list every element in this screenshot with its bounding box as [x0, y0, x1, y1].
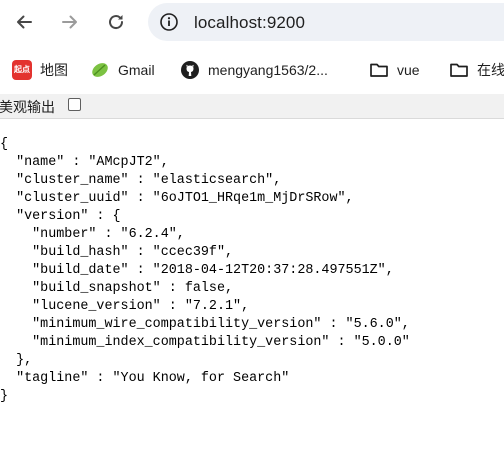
pretty-print-bar: 美观输出	[0, 94, 504, 119]
json-line: },	[0, 353, 33, 368]
bookmark-folder-online[interactable]: 在线	[449, 58, 504, 82]
github-icon	[180, 60, 200, 80]
bookmark-label: vue	[397, 62, 420, 78]
json-line: }	[0, 389, 9, 404]
pretty-print-checkbox[interactable]	[68, 98, 81, 111]
bookmark-label: 地图	[40, 62, 68, 78]
arrow-left-icon	[17, 15, 32, 29]
json-line: "cluster_name" : "elasticsearch",	[0, 173, 282, 188]
info-icon[interactable]	[159, 12, 179, 32]
json-line: "build_snapshot" : false,	[0, 281, 234, 296]
arrow-right-icon	[62, 15, 77, 29]
json-line: "name" : "AMcpJT2",	[0, 155, 169, 170]
reload-button[interactable]	[101, 7, 131, 37]
bookmark-label: 在线	[477, 62, 504, 78]
leaf-icon	[90, 60, 110, 80]
json-line: "minimum_wire_compatibility_version" : "…	[0, 317, 410, 332]
back-button[interactable]	[9, 7, 39, 37]
forward-button[interactable]	[55, 7, 85, 37]
url-text[interactable]: localhost:9200	[194, 13, 305, 33]
json-line: "minimum_index_compatibility_version" : …	[0, 335, 410, 350]
bookmarks-bar: 起点 地图 Gmail mengyang1563/2... vue 在线	[0, 46, 504, 94]
folder-icon	[449, 60, 469, 80]
bookmark-folder-vue[interactable]: vue	[369, 58, 420, 82]
json-line: "version" : {	[0, 209, 121, 224]
reload-icon	[109, 15, 124, 30]
bookmark-map[interactable]: 起点 地图	[12, 58, 68, 82]
browser-toolbar: localhost:9200	[0, 0, 504, 46]
json-line: "lucene_version" : "7.2.1",	[0, 299, 250, 314]
address-bar[interactable]: localhost:9200	[148, 3, 504, 41]
json-response: { "name" : "AMcpJT2", "cluster_name" : "…	[0, 136, 410, 406]
bookmark-label: mengyang1563/2...	[208, 62, 328, 78]
json-line: "build_date" : "2018-04-12T20:37:28.4975…	[0, 263, 394, 278]
json-line: "number" : "6.2.4",	[0, 227, 185, 242]
bookmark-gmail[interactable]: Gmail	[90, 58, 155, 82]
json-line: "build_hash" : "ccec39f",	[0, 245, 234, 260]
json-line: {	[0, 137, 9, 152]
qidian-icon: 起点	[12, 60, 32, 80]
bookmark-github[interactable]: mengyang1563/2...	[180, 58, 328, 82]
folder-icon	[369, 60, 389, 80]
pretty-print-label: 美观输出	[0, 99, 55, 115]
bookmark-label: Gmail	[118, 62, 155, 78]
json-line: "tagline" : "You Know, for Search"	[0, 371, 290, 386]
json-line: "cluster_uuid" : "6oJTO1_HRqe1m_MjDrSRow…	[0, 191, 354, 206]
